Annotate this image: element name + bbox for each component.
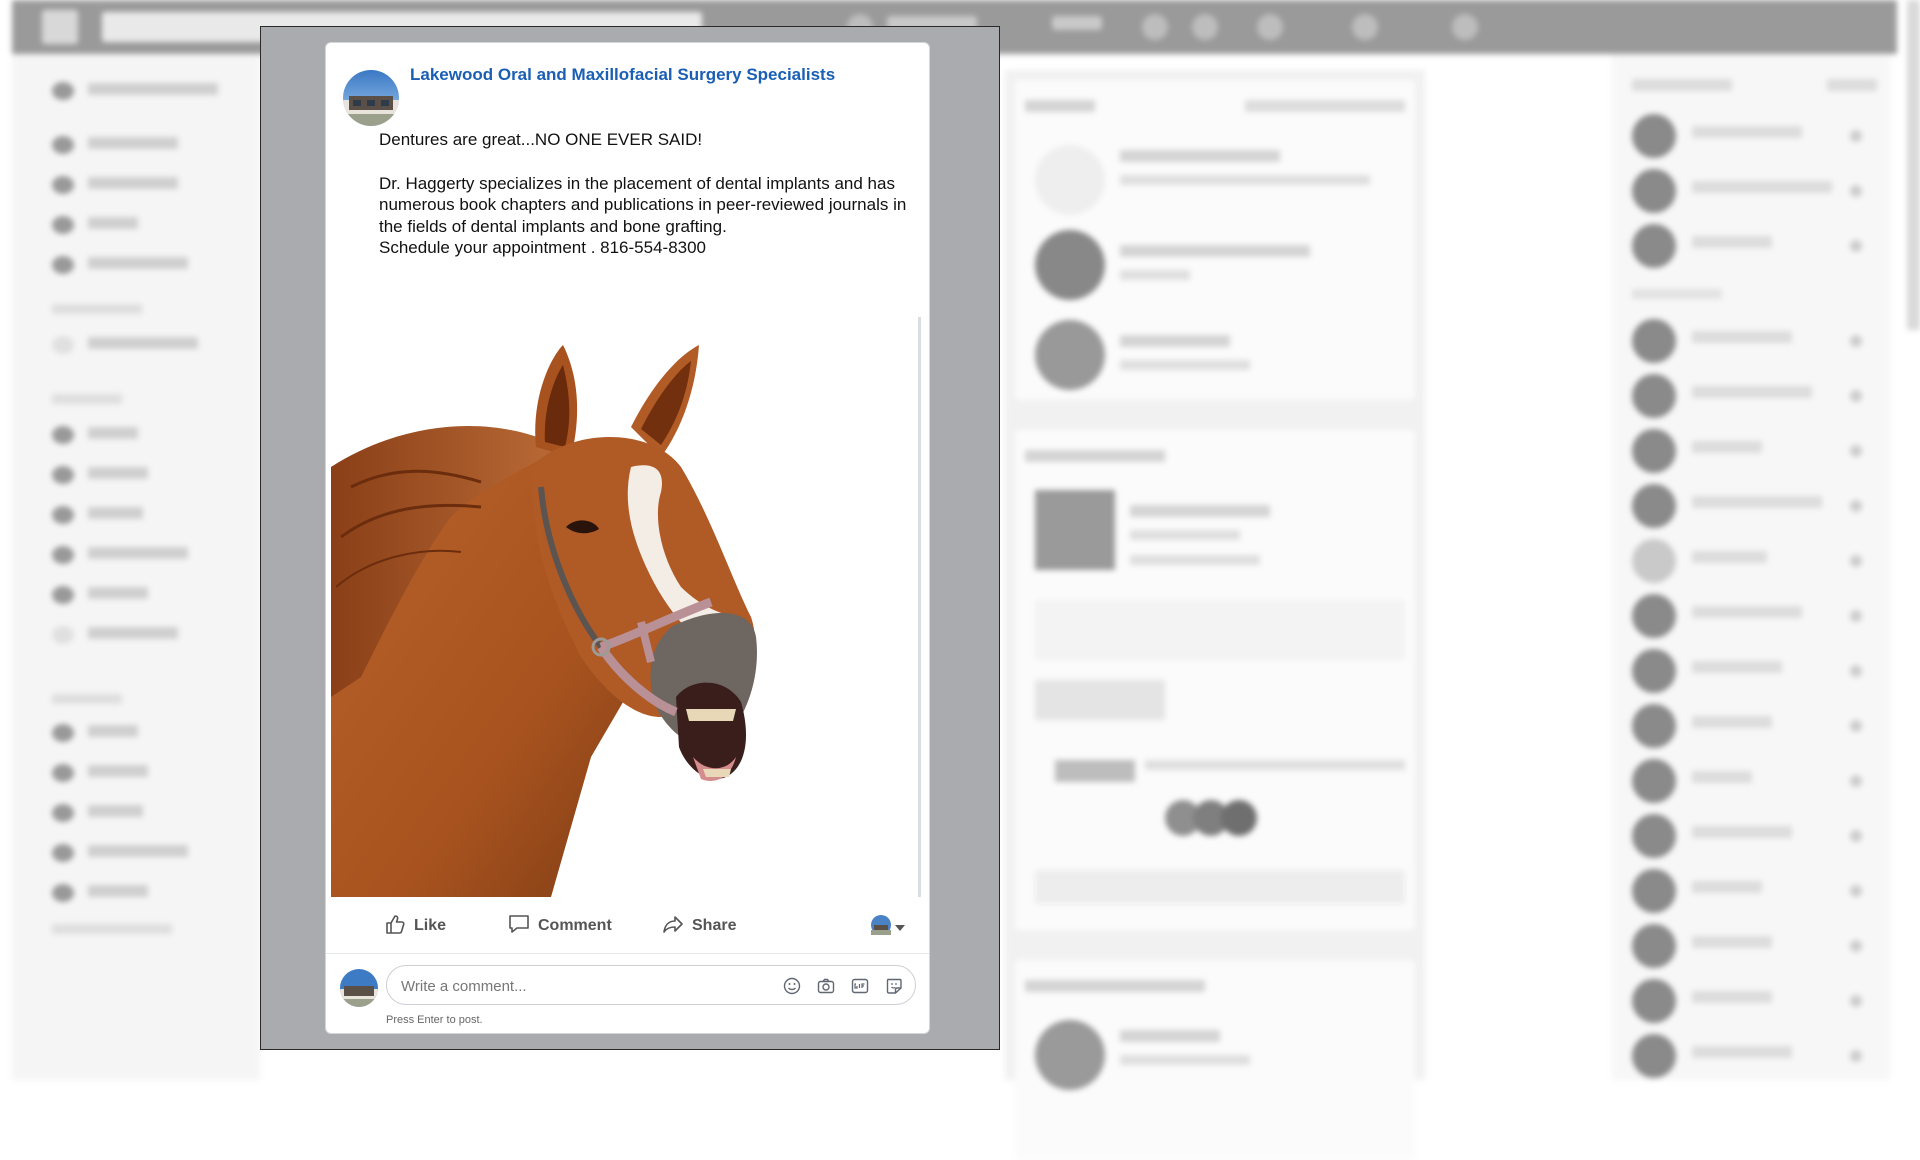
right-column-feed xyxy=(1005,70,1425,1160)
press-enter-hint: Press Enter to post. xyxy=(386,1014,483,1026)
comment-input-container[interactable] xyxy=(386,965,916,1005)
share-label: Share xyxy=(692,917,737,934)
share-icon xyxy=(662,913,692,940)
sticker-icon[interactable] xyxy=(883,975,905,997)
comment-composer xyxy=(326,961,929,1011)
post-call-to-action: Schedule your appointment . 816-554-8300 xyxy=(379,238,707,257)
comment-icon xyxy=(508,913,538,940)
post-paragraph: Dr. Haggerty specializes in the placemen… xyxy=(379,173,907,236)
like-button[interactable]: Like xyxy=(384,913,446,939)
left-sidebar xyxy=(12,54,260,1080)
chevron-down-icon xyxy=(895,919,905,937)
page-avatar-small xyxy=(871,915,891,940)
comment-label: Comment xyxy=(538,917,612,934)
post-card: Lakewood Oral and Maxillofacial Surgery … xyxy=(325,42,930,1034)
logo xyxy=(42,10,78,44)
camera-icon[interactable] xyxy=(815,975,837,997)
contacts-sidebar xyxy=(1612,54,1890,1080)
comment-button[interactable]: Comment xyxy=(508,913,612,939)
post-body: Dentures are great...NO ONE EVER SAID! D… xyxy=(379,129,909,259)
post-headline: Dentures are great...NO ONE EVER SAID! xyxy=(379,130,703,149)
post-action-bar: Like Comment Share xyxy=(326,899,929,954)
post-image-laughing-horse[interactable] xyxy=(331,317,921,897)
emoji-icon[interactable] xyxy=(781,975,803,997)
commenter-avatar xyxy=(340,969,378,1007)
thumbs-up-icon xyxy=(384,913,414,940)
comment-input[interactable] xyxy=(399,974,743,998)
gif-icon[interactable] xyxy=(849,975,871,997)
page-avatar[interactable] xyxy=(343,70,399,126)
audience-selector[interactable] xyxy=(871,915,905,940)
like-label: Like xyxy=(414,917,447,934)
share-button[interactable]: Share xyxy=(662,913,736,939)
page-scrollbar xyxy=(1907,0,1920,330)
page-name-link[interactable]: Lakewood Oral and Maxillofacial Surgery … xyxy=(410,65,835,85)
